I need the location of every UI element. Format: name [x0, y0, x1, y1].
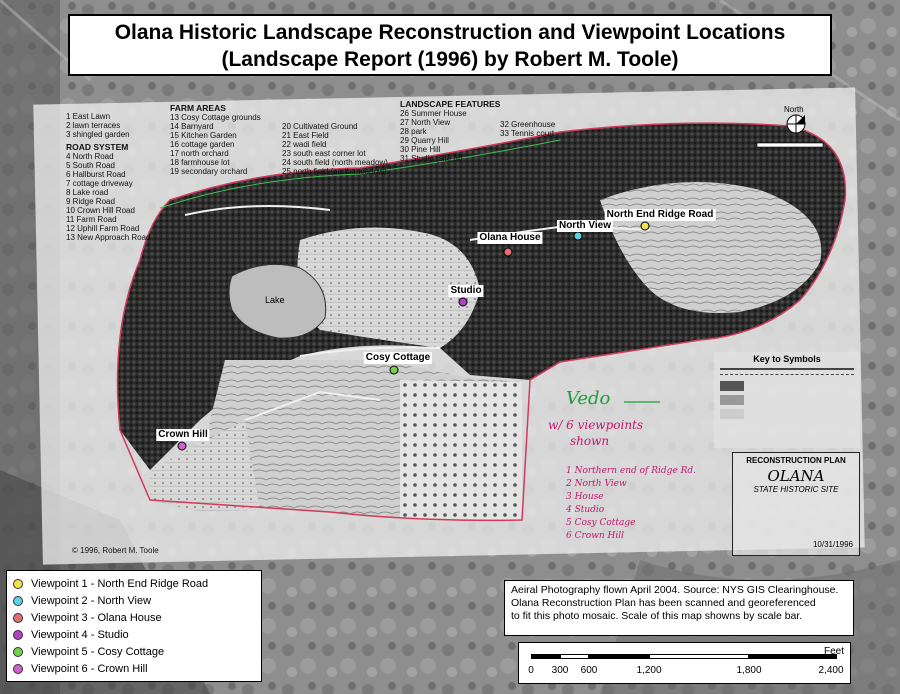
legend-swatch-icon	[13, 578, 23, 589]
legend-swatch-icon	[13, 612, 23, 623]
viewpoint-legend: Viewpoint 1 - North End Ridge Road Viewp…	[6, 570, 262, 682]
title-line-1: Olana Historic Landscape Reconstruction …	[114, 21, 786, 44]
viewpoint-4-label: Studio	[448, 285, 484, 297]
orchard-area	[400, 380, 522, 520]
viewpoint-2-marker[interactable]	[573, 231, 583, 241]
plan-area-list: 1 East Lawn 2 lawn terraces 3 shingled g…	[66, 112, 151, 242]
handwritten-item-6: 6 Crown Hill	[566, 531, 625, 541]
scale-tick-1800: 1,800	[736, 665, 762, 676]
viewpoint-6-marker[interactable]	[177, 441, 187, 451]
legend-swatch-icon	[13, 646, 23, 657]
plan-landscape-features-2: 32 Greenhouse 33 Tennis court	[500, 120, 556, 138]
legend-swatch-icon	[13, 595, 23, 606]
map-title: Olana Historic Landscape Reconstruction …	[68, 14, 832, 76]
legend-item-viewpoint-1: Viewpoint 1 - North End Ridge Road	[13, 575, 255, 592]
legend-item-viewpoint-6: Viewpoint 6 - Crown Hill	[13, 660, 255, 677]
viewpoint-6-label: Crown Hill	[156, 429, 210, 441]
handwritten-line-2: shown	[570, 434, 610, 448]
handwritten-item-1: 1 Northern end of Ridge Rd.	[566, 466, 696, 476]
title-line-2: (Landscape Report (1996) by Robert M. To…	[221, 48, 679, 71]
scale-tick-600: 600	[580, 665, 598, 676]
north-label: North	[784, 105, 804, 114]
handwritten-item-3: 3 House	[566, 492, 604, 502]
reconstruction-plan-title-block: RECONSTRUCTION PLAN OLANA STATE HISTORIC…	[732, 452, 860, 556]
legend-item-viewpoint-3: Viewpoint 3 - Olana House	[13, 609, 255, 626]
viewpoint-3-label: Olana House	[477, 232, 543, 244]
viewpoint-1-label: North End Ridge Road	[604, 209, 716, 221]
viewpoint-1-marker[interactable]	[640, 221, 650, 231]
plan-farm-areas-2: 20 Cultivated Ground 21 East Field 22 wa…	[282, 122, 388, 176]
plan-copyright: © 1996, Robert M. Toole	[72, 546, 159, 555]
handwritten-item-2: 2 North View	[566, 479, 627, 489]
scale-bar: Feet 0 300 600 1,200 1,800 2,400	[518, 642, 851, 684]
viewpoint-2-label: North View	[556, 220, 614, 232]
viewpoint-5-marker[interactable]	[389, 365, 399, 375]
scale-tick-1200: 1,200	[636, 665, 662, 676]
lake-label: Lake	[265, 295, 285, 305]
handwritten-item-5: 5 Cosy Cottage	[566, 518, 636, 528]
legend-swatch-icon	[13, 663, 23, 674]
scale-tick-300: 300	[551, 665, 569, 676]
plan-landscape-features: LANDSCAPE FEATURES 26 Summer House 27 No…	[400, 99, 501, 164]
legend-item-viewpoint-5: Viewpoint 5 - Cosy Cottage	[13, 643, 255, 660]
legend-swatch-icon	[13, 629, 23, 640]
plan-farm-areas: FARM AREAS 13 Cosy Cottage grounds 14 Ba…	[170, 103, 261, 177]
viewpoint-5-label: Cosy Cottage	[363, 352, 433, 364]
scale-tick-0: 0	[528, 665, 534, 676]
legend-item-viewpoint-4: Viewpoint 4 - Studio	[13, 626, 255, 643]
handwritten-item-4: 4 Studio	[566, 505, 605, 515]
viewpoint-3-marker[interactable]	[503, 247, 513, 257]
scale-tick-2400: 2,400	[818, 665, 844, 676]
handwritten-vedo: Vedo	[566, 388, 611, 409]
source-note: Aeiral Photography flown April 2004. Sou…	[504, 580, 854, 636]
viewpoint-4-marker[interactable]	[458, 297, 468, 307]
handwritten-line-1: w/ 6 viewpoints	[548, 418, 644, 432]
key-to-symbols: Key to Symbols	[714, 352, 860, 448]
legend-item-viewpoint-2: Viewpoint 2 - North View	[13, 592, 255, 609]
